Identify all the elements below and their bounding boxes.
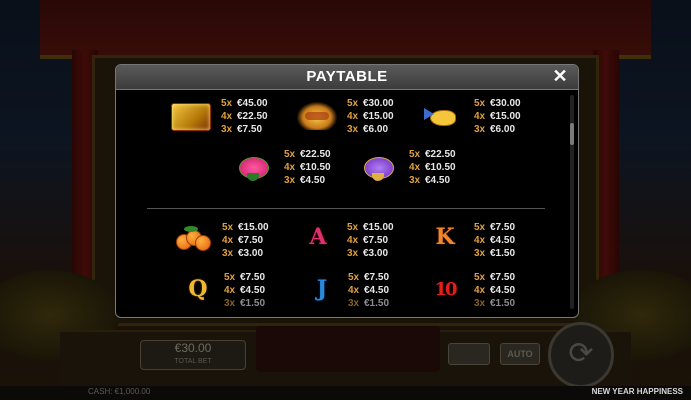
letter-q-icon: Q xyxy=(188,276,208,302)
paytable-oranges: 5x €15.00 4x €7.50 3x €3.00 xyxy=(222,222,269,259)
game-title: NEW YEAR HAPPINESS xyxy=(591,387,683,396)
total-bet-value: €30.00 xyxy=(174,341,212,355)
cash-balance: CASH: €1,000.00 xyxy=(88,387,151,396)
gold-bar-icon xyxy=(171,103,211,131)
total-bet-display[interactable]: €30.00 TOTAL BET xyxy=(140,340,246,370)
purple-pouch-icon xyxy=(361,153,395,181)
paytable-golden-fish: 5x €30.00 4x €15.00 3x €6.00 xyxy=(474,98,521,135)
scrollbar[interactable] xyxy=(570,95,574,309)
letter-a-icon: A xyxy=(309,224,327,250)
paytable-gold-bar: 5x €45.00 4x €22.50 3x €7.50 xyxy=(221,98,268,135)
letter-j-icon: J xyxy=(316,276,328,302)
footer-bar: CASH: €1,000.00 NEW YEAR HAPPINESS xyxy=(0,386,691,400)
oranges-icon xyxy=(174,226,211,252)
menu-button[interactable] xyxy=(448,343,490,365)
paytable-letter-k: 5x €7.50 4x €4.50 3x €1.50 xyxy=(474,222,516,259)
paytable-purple-pouch: 5x €22.50 4x €10.50 3x €4.50 xyxy=(409,149,456,186)
golden-fish-icon xyxy=(424,102,462,130)
pink-pouch-icon xyxy=(236,153,270,181)
paytable-letter-a: 5x €15.00 4x €7.50 3x €3.00 xyxy=(347,222,394,259)
letter-k-icon: K xyxy=(435,224,455,250)
auto-button[interactable]: AUTO xyxy=(500,343,540,365)
section-divider xyxy=(147,208,545,209)
number-10-icon: 10 xyxy=(434,279,457,300)
paytable-letter-j: 5x €7.50 4x €4.50 3x €1.50 xyxy=(348,272,390,309)
spin-button[interactable]: ⟳ xyxy=(548,322,614,388)
spin-icon: ⟳ xyxy=(568,337,594,370)
paytable-modal: PAYTABLE ✕ 5x €45.00 4x €22.50 3x €7.50 5x €… xyxy=(115,64,579,318)
modal-title: PAYTABLE xyxy=(306,68,388,85)
dragon-icon xyxy=(297,102,337,130)
close-icon[interactable]: ✕ xyxy=(552,67,568,85)
paytable-dragon: 5x €30.00 4x €15.00 3x €6.00 xyxy=(347,98,394,135)
paytable-number-10: 5x €7.50 4x €4.50 3x €1.50 xyxy=(474,272,516,309)
total-bet-label: TOTAL BET xyxy=(174,358,212,365)
paytable-letter-q: 5x €7.50 4x €4.50 3x €1.50 xyxy=(224,272,266,309)
scrollbar-thumb[interactable] xyxy=(570,123,574,145)
paytable-pink-pouch: 5x €22.50 4x €10.50 3x €4.50 xyxy=(284,149,331,186)
paytable-content: 5x €45.00 4x €22.50 3x €7.50 5x €30.00 4x €15… xyxy=(116,90,568,317)
modal-header: PAYTABLE ✕ xyxy=(116,65,578,90)
